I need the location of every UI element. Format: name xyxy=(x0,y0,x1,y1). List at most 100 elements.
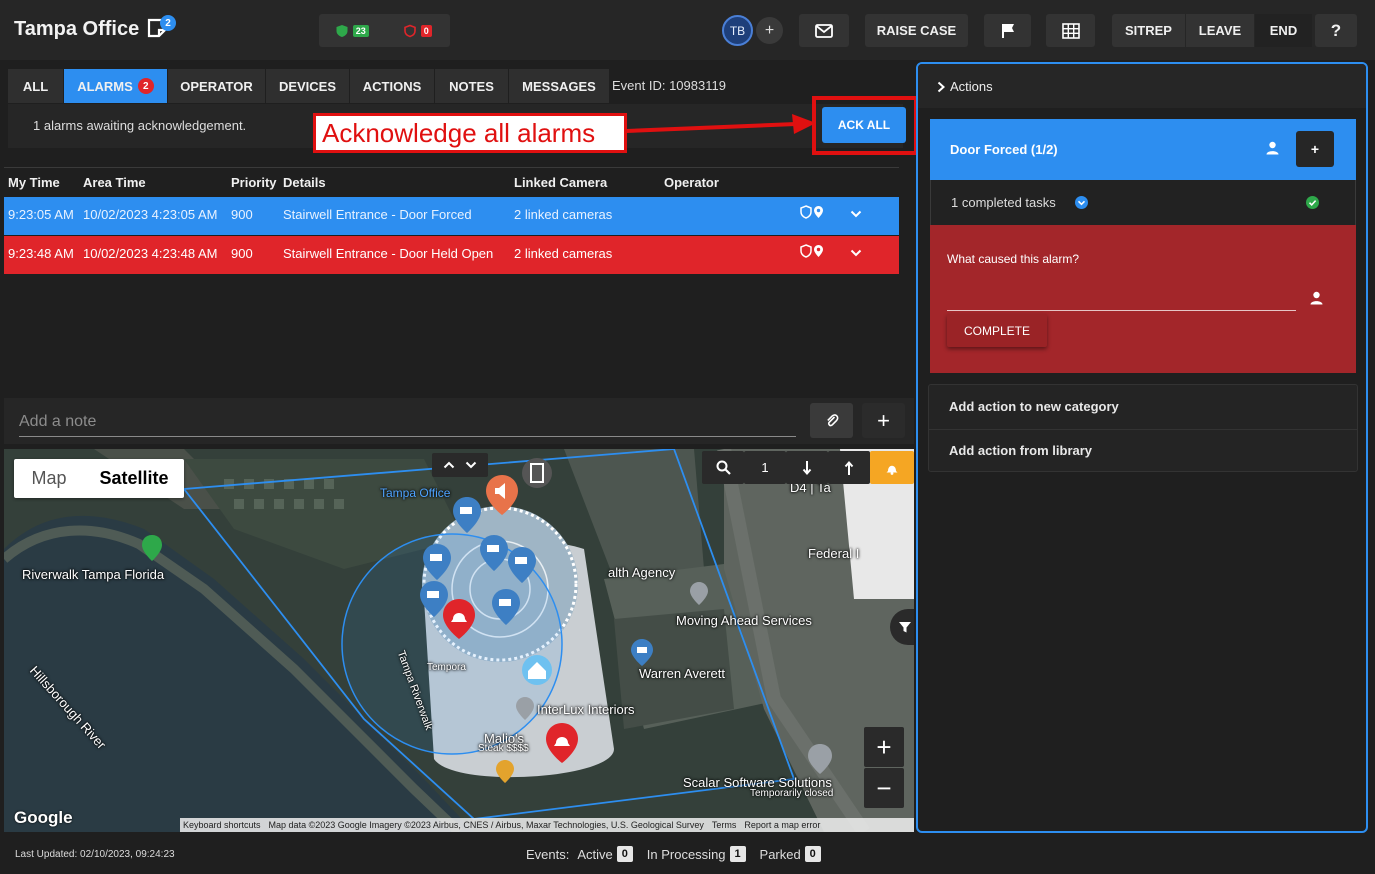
top-bar: Tampa Office 2 23 0 TB + RAISE CASE SITR… xyxy=(0,0,1375,60)
site-map[interactable]: Map Satellite Tampa Office Riverwalk Tam… xyxy=(4,449,914,832)
tab-alarms-badge: 2 xyxy=(137,78,154,94)
actions-panel-title: Actions xyxy=(950,79,993,94)
user-icon[interactable] xyxy=(1266,141,1279,155)
message-button[interactable] xyxy=(799,14,849,47)
raise-case-button[interactable]: RAISE CASE xyxy=(865,14,968,47)
tab-notes[interactable]: NOTES xyxy=(435,69,509,103)
tab-actions[interactable]: ACTIONS xyxy=(350,69,435,103)
end-button[interactable]: END xyxy=(1255,14,1312,47)
expand-chevron-icon[interactable] xyxy=(1075,196,1088,209)
park-pin-icon[interactable] xyxy=(142,535,162,561)
floor-down-button[interactable] xyxy=(786,451,828,484)
camera-marker-icon[interactable] xyxy=(480,535,508,571)
actions-panel: Actions Door Forced (1/2) + 1 completed … xyxy=(916,62,1368,833)
tab-messages[interactable]: MESSAGES xyxy=(509,69,609,103)
zoom-out-button[interactable]: − xyxy=(864,768,904,808)
tab-alarms[interactable]: ALARMS 2 xyxy=(64,69,168,103)
tab-operator[interactable]: OPERATOR xyxy=(168,69,266,103)
keyboard-shortcuts-link[interactable]: Keyboard shortcuts xyxy=(183,820,261,830)
chevron-right-icon[interactable] xyxy=(937,81,945,93)
place-pin-icon[interactable] xyxy=(690,582,708,605)
note-bar: + xyxy=(4,398,914,444)
active-count[interactable]: 0 xyxy=(616,846,633,862)
add-note-button[interactable]: + xyxy=(862,403,905,438)
chevron-up-icon[interactable] xyxy=(443,461,455,469)
place-pin-icon[interactable] xyxy=(808,744,832,774)
add-action-from-library[interactable]: Add action from library xyxy=(949,443,1092,458)
sitrep-button[interactable]: SITREP xyxy=(1112,14,1186,47)
help-button[interactable]: ? xyxy=(1315,14,1357,47)
leave-button[interactable]: LEAVE xyxy=(1186,14,1255,47)
speaker-marker-icon[interactable] xyxy=(486,475,518,515)
secure-counter[interactable]: 23 xyxy=(319,14,385,47)
completed-tasks-row[interactable]: 1 completed tasks xyxy=(930,180,1356,225)
camera-marker-icon[interactable] xyxy=(508,547,536,583)
zoom-in-button[interactable]: + xyxy=(864,727,904,767)
add-action-button[interactable]: + xyxy=(1296,131,1334,167)
chevron-down-icon[interactable] xyxy=(850,248,862,258)
map-data-text: Map data ©2023 Google Imagery ©2023 Airb… xyxy=(268,820,704,830)
alarm-bell-marker-icon[interactable] xyxy=(546,723,578,763)
tab-devices[interactable]: DEVICES xyxy=(266,69,350,103)
table-row[interactable]: 9:23:48 AM 10/02/2023 4:23:48 AM 900 Sta… xyxy=(4,236,899,274)
grid-button[interactable] xyxy=(1046,14,1095,47)
camera-marker-icon[interactable] xyxy=(492,589,520,625)
action-category-header[interactable]: Door Forced (1/2) + xyxy=(930,119,1356,180)
flag-icon xyxy=(1001,23,1014,38)
attach-button[interactable] xyxy=(810,403,853,438)
camera-marker-icon[interactable] xyxy=(453,497,481,533)
event-summary: Events: Active 0 In Processing 1 Parked … xyxy=(526,846,835,862)
map-alarm-button[interactable] xyxy=(870,451,914,484)
restaurant-pin-icon[interactable] xyxy=(496,760,514,783)
chevron-down-icon[interactable] xyxy=(465,461,477,469)
complete-task-button[interactable]: COMPLETE xyxy=(947,314,1047,347)
task-question: What caused this alarm? xyxy=(947,252,1080,266)
col-my-time[interactable]: My Time xyxy=(8,175,60,190)
place-pin-icon[interactable] xyxy=(516,697,534,720)
location-pin-icon[interactable] xyxy=(813,244,824,258)
home-marker-icon[interactable] xyxy=(522,655,552,685)
note-input[interactable] xyxy=(19,407,796,437)
user-avatar[interactable]: TB xyxy=(722,15,753,46)
chevron-down-icon[interactable] xyxy=(850,209,862,219)
col-priority[interactable]: Priority xyxy=(231,175,277,190)
alarm-counter[interactable]: 0 xyxy=(385,14,451,47)
tab-all[interactable]: ALL xyxy=(8,69,64,103)
add-user-button[interactable]: + xyxy=(756,17,783,44)
alarm-bell-marker-icon[interactable] xyxy=(443,599,475,639)
ack-all-button[interactable]: ACK ALL xyxy=(822,107,906,143)
action-category-title: Door Forced (1/2) xyxy=(950,142,1058,157)
add-action-options: Add action to new category Add action fr… xyxy=(928,384,1358,472)
location-pin-icon[interactable] xyxy=(813,205,824,219)
processing-count[interactable]: 1 xyxy=(729,846,746,862)
col-linked-camera[interactable]: Linked Camera xyxy=(514,175,607,190)
task-answer-input[interactable] xyxy=(947,281,1296,311)
report-error-link[interactable]: Report a map error xyxy=(744,820,820,830)
notes-icon[interactable]: 2 xyxy=(146,15,176,44)
row-details: Stairwell Entrance - Door Held Open xyxy=(283,246,494,261)
tab-alarms-label: ALARMS xyxy=(77,78,133,94)
camera-marker-icon[interactable] xyxy=(423,544,451,580)
flag-button[interactable] xyxy=(984,14,1031,47)
terms-link[interactable]: Terms xyxy=(712,820,737,830)
map-search-button[interactable] xyxy=(702,451,744,484)
actions-panel-header[interactable]: Actions xyxy=(918,64,1366,108)
col-operator[interactable]: Operator xyxy=(664,175,719,190)
col-area-time[interactable]: Area Time xyxy=(83,175,146,190)
row-camera[interactable]: 2 linked cameras xyxy=(514,246,612,261)
shield-icon xyxy=(800,205,812,219)
row-priority: 900 xyxy=(231,246,253,261)
add-action-new-category[interactable]: Add action to new category xyxy=(949,399,1119,414)
camera-marker-icon[interactable] xyxy=(631,639,653,666)
col-details[interactable]: Details xyxy=(283,175,326,190)
floor-level-value[interactable]: 1 xyxy=(744,451,786,484)
table-row[interactable]: 9:23:05 AM 10/02/2023 4:23:05 AM 900 Sta… xyxy=(4,197,899,235)
row-camera[interactable]: 2 linked cameras xyxy=(514,207,612,222)
shield-icon xyxy=(800,244,812,258)
door-marker-icon[interactable] xyxy=(522,458,552,488)
secure-count: 23 xyxy=(352,24,369,37)
google-logo: Google xyxy=(14,808,73,827)
user-icon[interactable] xyxy=(1310,291,1323,305)
parked-count[interactable]: 0 xyxy=(804,846,821,862)
floor-up-button[interactable] xyxy=(828,451,870,484)
